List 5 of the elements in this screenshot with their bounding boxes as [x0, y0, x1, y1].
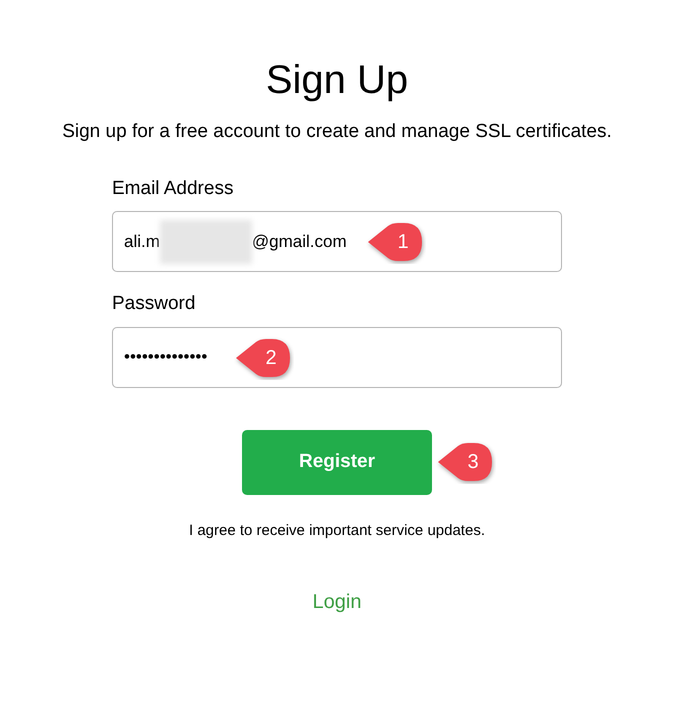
field-label: Email Address [112, 176, 234, 200]
page-title: Sign Up [266, 57, 408, 104]
consent-text: I agree to receive important service updates. [189, 520, 485, 540]
subtitle: Sign up for a free account to create and manage SSL certificates. [62, 120, 612, 144]
field-label: Password [112, 292, 196, 316]
